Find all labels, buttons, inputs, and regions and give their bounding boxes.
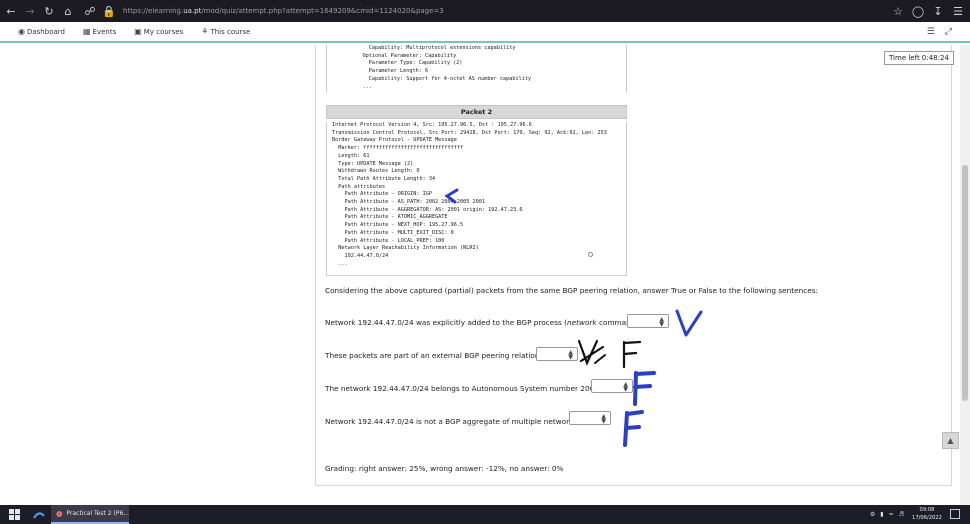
select-arrows-icon: ▲ ▼: [601, 413, 606, 425]
packet-2-detail: Internet Protocol Version 4, Src: 195.27…: [326, 122, 627, 276]
handwritten-arrow-mark: [444, 188, 459, 204]
question-intro: Considering the above captured (partial)…: [325, 286, 818, 295]
tray-app-icon[interactable]: ⚙: [870, 511, 875, 518]
os-taskbar: Practical Test 2 (P6... ⚙ ▮ ≈ ♬ 09:08 17…: [0, 505, 970, 524]
sentence-1: Network 192.44.47.0/24 was explicitly ad…: [325, 318, 641, 327]
taskbar-clock[interactable]: 09:08 17/06/2022: [907, 506, 947, 522]
menu-icon[interactable]: ☰: [950, 3, 966, 19]
firefox-icon: [56, 510, 63, 517]
calendar-icon: ▦: [82, 27, 91, 36]
packet-1-detail: Capability: Multiprotocol extensions cap…: [326, 45, 627, 93]
sentence-2: These packets are part of an external BG…: [325, 351, 542, 360]
system-tray: ⚙ ▮ ≈ ♬: [865, 505, 904, 524]
scrollbar-thumb[interactable]: [962, 165, 968, 401]
browser-toolbar: ← → ↻ ⌂ ☍ 🔒 https://elearning.ua.pt/mod/…: [0, 0, 970, 22]
answer-select-1[interactable]: ▲ ▼: [627, 314, 669, 328]
select-arrows-icon: ▲ ▼: [568, 349, 573, 361]
back-to-top-button[interactable]: ▲: [942, 432, 959, 449]
url-bar[interactable]: https://elearning.ua.pt/mod/quiz/attempt…: [123, 7, 444, 15]
handwritten-v-mark: [675, 309, 703, 337]
windows-start-icon[interactable]: [8, 508, 22, 521]
packet-2-title: Packet 2: [326, 105, 627, 119]
url-domain: ua.pt: [183, 7, 202, 15]
forward-arrow-icon[interactable]: →: [22, 3, 38, 19]
nav-events[interactable]: ▦ Events: [83, 27, 116, 36]
lock-icon[interactable]: 🔒: [101, 3, 117, 19]
tray-battery-icon[interactable]: ▮: [880, 511, 883, 518]
answer-select-3[interactable]: ▲ ▼: [591, 379, 633, 393]
nav-dashboard[interactable]: ◉ Dashboard: [18, 27, 65, 36]
nav-this-course[interactable]: ⚘ This course: [201, 27, 250, 36]
collapse-icon[interactable]: ⤢: [945, 27, 952, 37]
moodle-navbar: ◉ Dashboard ▦ Events ▣ My courses ⚘ This…: [0, 22, 970, 43]
sentence-3: The network 192.44.47.0/24 belongs to Au…: [325, 384, 602, 393]
back-arrow-icon[interactable]: ←: [3, 3, 19, 19]
tray-wifi-icon[interactable]: ≈: [889, 511, 894, 518]
answer-select-2[interactable]: ▲ ▼: [536, 347, 578, 361]
list-icon[interactable]: ☰: [927, 27, 935, 37]
shield-icon[interactable]: ☍: [82, 3, 98, 19]
tray-speaker-icon[interactable]: ♬: [899, 511, 904, 518]
handwritten-f-mark-black: [622, 340, 642, 369]
sentence-4: Network 192.44.47.0/24 is not a BGP aggr…: [325, 417, 580, 426]
radio-circle-icon: [588, 252, 593, 257]
answer-select-4[interactable]: ▲ ▼: [569, 411, 611, 425]
reload-icon[interactable]: ↻: [41, 3, 57, 19]
select-arrows-icon: ▲ ▼: [659, 316, 664, 328]
dashboard-icon: ◉: [18, 27, 25, 36]
bookmark-star-icon[interactable]: ☆: [890, 3, 906, 19]
page-scrollbar[interactable]: [960, 45, 970, 505]
taskbar-firefox-window[interactable]: Practical Test 2 (P6...: [51, 505, 129, 524]
handwritten-crossed-v-mark: [577, 339, 606, 366]
nav-my-courses[interactable]: ▣ My courses: [134, 27, 183, 36]
app-icon[interactable]: [32, 508, 46, 521]
home-icon[interactable]: ⌂: [60, 3, 76, 19]
page-content: Time left 0:48:24 Capability: Multiproto…: [0, 45, 960, 505]
quiz-timer: Time left 0:48:24: [884, 51, 954, 65]
courses-icon: ▣: [134, 27, 142, 36]
pocket-icon[interactable]: ◯: [910, 3, 926, 19]
handwritten-f-mark-3: [633, 371, 656, 406]
download-icon[interactable]: ↧: [930, 3, 946, 19]
sitemap-icon: ⚘: [201, 27, 209, 36]
grading-info: Grading: right answer: 25%, wrong answer…: [325, 464, 564, 473]
handwritten-f-mark-4: [623, 410, 644, 447]
notification-icon[interactable]: [950, 509, 960, 519]
